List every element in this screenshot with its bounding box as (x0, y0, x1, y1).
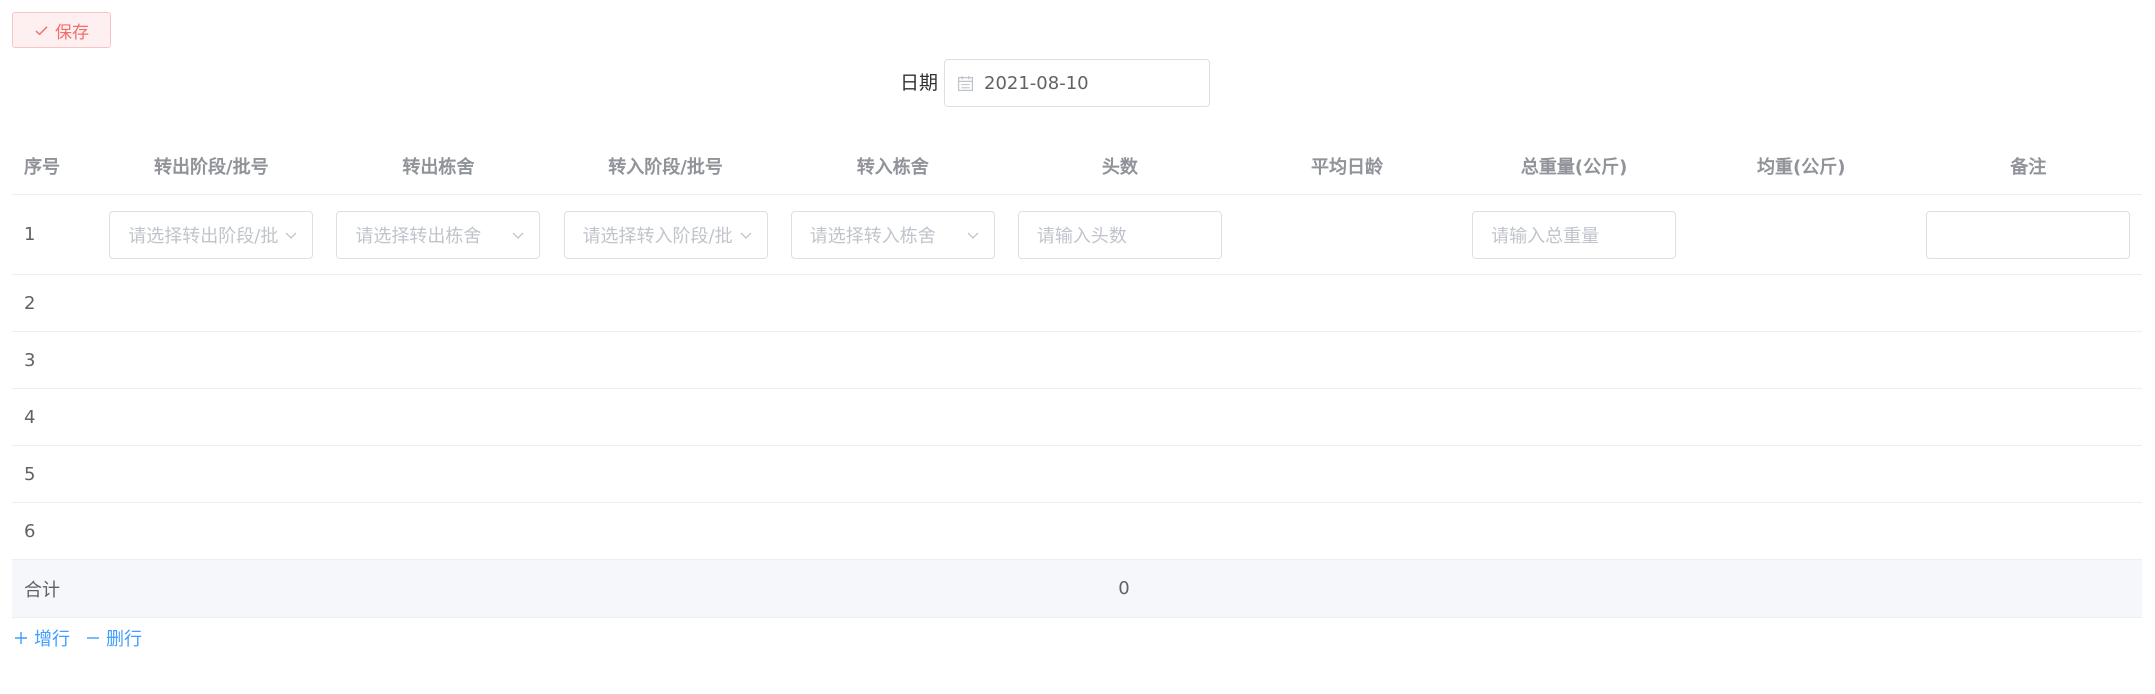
row-actions: 增行 删行 (14, 625, 142, 651)
summary-count: 0 (1118, 578, 1130, 599)
table-row: 6 (12, 503, 2142, 560)
save-button[interactable]: 保存 (12, 12, 111, 48)
row-seq: 2 (24, 292, 36, 314)
header-remark: 备注 (2010, 156, 2047, 178)
out-stage-placeholder: 请选择转出阶段/批号 (128, 225, 279, 247)
chevron-down-icon (512, 232, 524, 239)
header-count: 头数 (1101, 156, 1138, 178)
transfer-table: 序号 转出阶段/批号 转出栋舍 转入阶段/批号 转入栋舍 头数 平均日龄 总重量… (12, 137, 2142, 618)
page: 保存 日期 2021-08-10 序号 转出阶段/批号 转出栋舍 转入阶段/批号… (0, 0, 2155, 694)
calendar-icon (957, 75, 974, 91)
add-row-label: 增行 (34, 629, 70, 650)
in-house-select[interactable]: 请选择转入栋舍 (790, 210, 995, 259)
table-row: 2 (12, 275, 2142, 332)
row-seq: 6 (24, 520, 36, 542)
header-total-weight: 总重量(公斤) (1520, 156, 1628, 178)
count-input[interactable]: 请输入头数 (1017, 210, 1222, 259)
in-stage-select[interactable]: 请选择转入阶段/批号 (563, 210, 768, 259)
row-seq: 5 (24, 463, 36, 485)
minus-icon (87, 637, 99, 639)
table-header: 序号 转出阶段/批号 转出栋舍 转入阶段/批号 转入栋舍 头数 平均日龄 总重量… (12, 137, 2142, 195)
row-seq: 4 (24, 406, 36, 428)
header-in-stage: 转入阶段/批号 (608, 156, 723, 178)
delete-row-button[interactable]: 删行 (86, 625, 142, 651)
date-picker[interactable]: 2021-08-10 (944, 59, 1210, 107)
delete-row-label: 删行 (106, 629, 142, 650)
avg-age-cell (1233, 195, 1460, 274)
table-row: 1 请选择转出阶段/批号 请选择转出栋舍 请选择转入阶段/批号 (12, 195, 2142, 275)
count-placeholder: 请输入头数 (1036, 225, 1127, 247)
header-avg-age: 平均日龄 (1310, 156, 1383, 178)
add-row-button[interactable]: 增行 (14, 625, 70, 651)
chevron-down-icon (285, 232, 297, 239)
date-label: 日期 (900, 72, 939, 94)
out-house-select[interactable]: 请选择转出栋舍 (336, 210, 541, 259)
header-avg-weight: 均重(公斤) (1757, 156, 1846, 178)
header-seq: 序号 (24, 156, 60, 178)
date-row: 日期 2021-08-10 (0, 59, 2155, 107)
out-house-placeholder: 请选择转出栋舍 (355, 225, 482, 247)
table-row: 3 (12, 332, 2142, 389)
row-seq: 3 (24, 349, 36, 371)
avg-weight-cell (1688, 195, 1915, 274)
summary-label: 合计 (24, 579, 60, 601)
remark-input[interactable] (1926, 210, 2131, 259)
chevron-down-icon (740, 232, 752, 239)
total-weight-input[interactable]: 请输入总重量 (1472, 210, 1677, 259)
in-stage-placeholder: 请选择转入阶段/批号 (582, 225, 733, 247)
total-weight-placeholder: 请输入总重量 (1491, 225, 1600, 247)
row-seq: 1 (24, 224, 36, 245)
in-house-placeholder: 请选择转入栋舍 (809, 225, 936, 247)
header-out-house: 转出栋舍 (402, 156, 475, 178)
out-stage-select[interactable]: 请选择转出阶段/批号 (109, 210, 314, 259)
table-row: 5 (12, 446, 2142, 503)
date-value: 2021-08-10 (984, 72, 1089, 94)
header-out-stage: 转出阶段/批号 (154, 156, 269, 178)
header-in-house: 转入栋舍 (856, 156, 929, 178)
table-row: 4 (12, 389, 2142, 446)
plus-icon (15, 632, 27, 644)
summary-row: 合计 0 (12, 560, 2142, 618)
check-icon (35, 25, 48, 35)
chevron-down-icon (967, 232, 979, 239)
save-button-label: 保存 (55, 22, 89, 42)
